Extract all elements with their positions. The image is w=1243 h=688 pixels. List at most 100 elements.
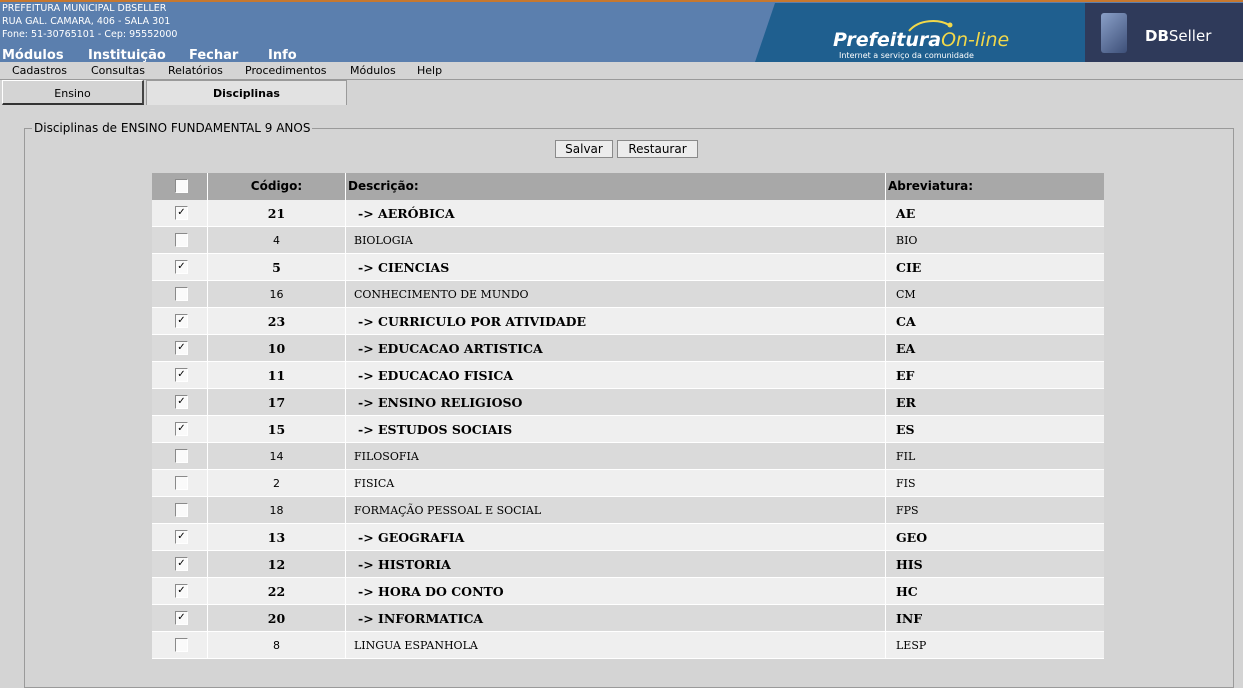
table-header: Código: Descrição: Abreviatura: xyxy=(152,173,1104,200)
row-abbreviation: FIL xyxy=(896,450,916,463)
table-row[interactable]: ✓ 22 -> HORA DO CONTO HC xyxy=(152,578,1104,605)
table-row[interactable]: 18 FORMAÇÃO PESSOAL E SOCIAL FPS xyxy=(152,497,1104,524)
top-menu-modulos[interactable]: Módulos xyxy=(2,48,64,63)
row-select-cell: ✓ xyxy=(152,551,208,577)
logo-text-bold: DB xyxy=(1145,27,1169,45)
row-checkbox[interactable]: ✓ xyxy=(175,260,188,274)
row-description: LINGUA ESPANHOLA xyxy=(346,632,886,658)
row-checkbox[interactable] xyxy=(175,503,188,517)
row-checkbox[interactable]: ✓ xyxy=(175,422,188,436)
menu-procedimentos[interactable]: Procedimentos xyxy=(245,64,327,77)
row-code: 14 xyxy=(208,443,346,469)
row-code: 15 xyxy=(208,416,346,442)
menu-modulos[interactable]: Módulos xyxy=(350,64,396,77)
table-row[interactable]: ✓ 11 -> EDUCACAO FISICA EF xyxy=(152,362,1104,389)
row-checkbox[interactable]: ✓ xyxy=(175,341,188,355)
table-row[interactable]: ✓ 13 -> GEOGRAFIA GEO xyxy=(152,524,1104,551)
table-row[interactable]: ✓ 20 -> INFORMATICA INF xyxy=(152,605,1104,632)
row-checkbox[interactable]: ✓ xyxy=(175,584,188,598)
row-code: 22 xyxy=(208,578,346,604)
row-checkbox[interactable]: ✓ xyxy=(175,395,188,409)
row-checkbox[interactable]: ✓ xyxy=(175,530,188,544)
row-description: FILOSOFIA xyxy=(346,443,886,469)
row-checkbox[interactable]: ✓ xyxy=(175,206,188,220)
row-description: -> HORA DO CONTO xyxy=(346,578,886,604)
menu-consultas[interactable]: Consultas xyxy=(91,64,145,77)
dbseller-mark-icon xyxy=(1101,13,1127,53)
banner-brand-suffix: On-line xyxy=(941,29,1010,51)
menubar: Cadastros Consultas Relatórios Procedime… xyxy=(0,62,1243,80)
row-abbreviation: ER xyxy=(896,395,916,410)
menu-cadastros[interactable]: Cadastros xyxy=(12,64,67,77)
row-select-cell xyxy=(152,443,208,469)
row-code: 13 xyxy=(208,524,346,550)
save-button[interactable]: Salvar xyxy=(555,140,613,158)
row-description: FORMAÇÃO PESSOAL E SOCIAL xyxy=(346,497,886,523)
table-row[interactable]: ✓ 21 -> AERÓBICA AE xyxy=(152,200,1104,227)
table-row[interactable]: 2 FISICA FIS xyxy=(152,470,1104,497)
header-abreviatura[interactable]: Abreviatura: xyxy=(886,173,1104,200)
row-checkbox[interactable]: ✓ xyxy=(175,314,188,328)
menu-relatorios[interactable]: Relatórios xyxy=(168,64,223,77)
row-select-cell: ✓ xyxy=(152,254,208,280)
row-checkbox[interactable]: ✓ xyxy=(175,557,188,571)
table-row[interactable]: 4 BIOLOGIA BIO xyxy=(152,227,1104,254)
row-abbreviation: AE xyxy=(896,206,916,221)
row-abbreviation: BIO xyxy=(896,234,918,247)
row-description: -> CURRICULO POR ATIVIDADE xyxy=(346,308,886,334)
table-row[interactable]: ✓ 17 -> ENSINO RELIGIOSO ER xyxy=(152,389,1104,416)
dbseller-logo-text: DBSeller xyxy=(1145,27,1211,45)
tab-disciplinas[interactable]: Disciplinas xyxy=(146,80,347,105)
row-code: 5 xyxy=(208,254,346,280)
row-code: 10 xyxy=(208,335,346,361)
top-menu-instituicao[interactable]: Instituição xyxy=(88,48,166,63)
header-descricao[interactable]: Descrição: xyxy=(346,173,886,200)
row-description: -> ENSINO RELIGIOSO xyxy=(346,389,886,415)
row-abbreviation: EA xyxy=(896,341,916,356)
row-checkbox[interactable] xyxy=(175,449,188,463)
row-checkbox[interactable] xyxy=(175,476,188,490)
banner-corner xyxy=(755,3,775,62)
row-checkbox[interactable] xyxy=(175,638,188,652)
row-code: 12 xyxy=(208,551,346,577)
row-select-cell: ✓ xyxy=(152,308,208,334)
table-row[interactable]: ✓ 23 -> CURRICULO POR ATIVIDADE CA xyxy=(152,308,1104,335)
row-checkbox[interactable]: ✓ xyxy=(175,611,188,625)
restore-button[interactable]: Restaurar xyxy=(617,140,698,158)
row-select-cell xyxy=(152,470,208,496)
row-abbreviation: GEO xyxy=(896,530,928,545)
row-select-cell: ✓ xyxy=(152,200,208,226)
table-row[interactable]: 14 FILOSOFIA FIL xyxy=(152,443,1104,470)
row-abbreviation: INF xyxy=(896,611,923,626)
row-select-cell: ✓ xyxy=(152,578,208,604)
row-checkbox[interactable] xyxy=(175,287,188,301)
banner-brand-main: Prefeitura xyxy=(833,29,942,51)
select-all-checkbox[interactable] xyxy=(175,179,188,193)
table-row[interactable]: ✓ 15 -> ESTUDOS SOCIAIS ES xyxy=(152,416,1104,443)
row-description: CONHECIMENTO DE MUNDO xyxy=(346,281,886,307)
row-description: -> INFORMATICA xyxy=(346,605,886,631)
table-row[interactable]: 8 LINGUA ESPANHOLA LESP xyxy=(152,632,1104,659)
top-menu-info[interactable]: Info xyxy=(268,48,297,63)
top-menu-fechar[interactable]: Fechar xyxy=(189,48,238,63)
org-name: PREFEITURA MUNICIPAL DBSELLER xyxy=(2,3,167,14)
org-contact: Fone: 51-30765101 - Cep: 95552000 xyxy=(2,29,178,40)
table-row[interactable]: 16 CONHECIMENTO DE MUNDO CM xyxy=(152,281,1104,308)
tab-ensino[interactable]: Ensino xyxy=(2,80,144,105)
table-row[interactable]: ✓ 5 -> CIENCIAS CIE xyxy=(152,254,1104,281)
header-codigo[interactable]: Código: xyxy=(208,173,346,200)
row-code: 4 xyxy=(208,227,346,253)
table-row[interactable]: ✓ 10 -> EDUCACAO ARTISTICA EA xyxy=(152,335,1104,362)
row-code: 2 xyxy=(208,470,346,496)
row-code: 11 xyxy=(208,362,346,388)
row-code: 21 xyxy=(208,200,346,226)
row-description: BIOLOGIA xyxy=(346,227,886,253)
row-checkbox[interactable] xyxy=(175,233,188,247)
row-code: 8 xyxy=(208,632,346,658)
menu-help[interactable]: Help xyxy=(417,64,442,77)
row-select-cell: ✓ xyxy=(152,416,208,442)
row-checkbox[interactable]: ✓ xyxy=(175,368,188,382)
row-abbreviation: CA xyxy=(896,314,916,329)
table-row[interactable]: ✓ 12 -> HISTORIA HIS xyxy=(152,551,1104,578)
row-abbreviation: CIE xyxy=(896,260,922,275)
